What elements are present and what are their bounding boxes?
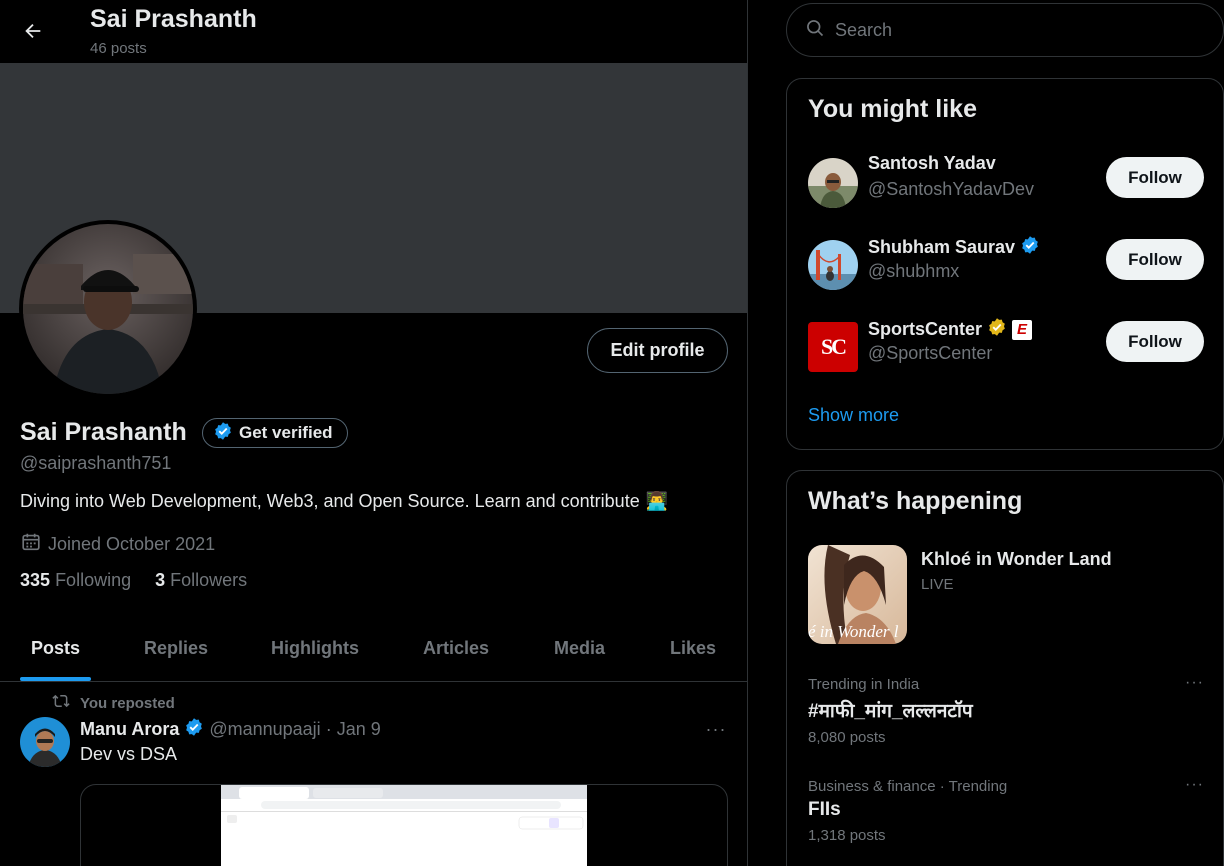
post-author-handle[interactable]: @mannupaaji [209,719,320,740]
profile-tabs: Posts Replies Highlights Articles Media … [0,614,747,682]
following-count: 335 [20,570,51,590]
back-arrow-icon[interactable] [18,16,48,46]
post-separator: · [325,719,332,739]
following-label: Following [55,570,132,590]
trend-name: #माफी_मांग_लल्लनटॉप [808,701,973,722]
featured-event-image[interactable]: é in Wonder l [808,545,907,644]
whats-happening-card: What’s happening é in Wonder l Khloé in … [786,470,1224,866]
suggestion-name: Santosh Yadav [868,153,996,173]
repost-icon [52,692,70,714]
repost-indicator: You reposted [52,692,175,714]
tab-posts[interactable]: Posts [31,614,80,682]
suggestion-item[interactable]: Shubham Saurav @shubhmx Follow [808,235,1204,295]
follow-button[interactable]: Follow [1106,239,1204,280]
bio-text: Diving into Web Development, Web3, and O… [20,491,640,511]
svg-text:é in Wonder l: é in Wonder l [808,622,899,641]
post-header: Manu Arora @mannupaaji · Jan 9 [80,717,381,742]
post-date[interactable]: Jan 9 [337,719,381,740]
post-text: Dev vs DSA [80,744,178,764]
search-icon [805,18,825,43]
trend-item[interactable]: Trending in India #माफी_मांग_लल्लनटॉप 8,… [808,674,1204,746]
profile-handle: @saiprashanth751 [20,453,172,473]
followers-link[interactable]: 3 Followers [155,570,247,591]
tab-highlights[interactable]: Highlights [271,614,359,682]
following-link[interactable]: 335 Following [20,570,131,591]
followers-count: 3 [155,570,166,590]
suggestion-name: Shubham Saurav [868,235,1040,260]
search-bar[interactable] [786,3,1224,57]
repost-label: You reposted [80,694,175,712]
get-verified-button[interactable]: Get verified [202,418,348,448]
whats-happening-title: What’s happening [808,487,1023,515]
post-media-screenshot [221,785,587,866]
active-tab-indicator [20,677,91,681]
profile-name: Sai Prashanth [20,418,187,446]
trend-post-count: 8,080 posts [808,729,886,746]
profile-avatar[interactable] [19,220,197,398]
show-more-link[interactable]: Show more [808,405,899,426]
suggestion-handle: @shubhmx [868,261,960,281]
verified-badge-icon [184,717,204,742]
trend-context: Trending in India [808,676,920,693]
technologist-emoji-icon: 👨‍💻 [645,491,669,511]
joined-date: Joined October 2021 [20,531,215,558]
espn-affiliate-icon: E [1012,319,1033,340]
search-input[interactable] [835,19,1195,41]
tab-replies[interactable]: Replies [144,614,208,682]
tab-media[interactable]: Media [554,614,605,682]
sportscenter-logo-icon[interactable]: SC [808,322,858,372]
suggestion-item[interactable]: Santosh Yadav @SantoshYadavDev Follow [808,153,1204,213]
trend-name: FIIs [808,799,841,820]
more-options-icon[interactable]: ··· [1185,776,1204,794]
post-author-name[interactable]: Manu Arora [80,719,179,740]
more-options-icon[interactable]: ··· [1185,674,1204,692]
followers-label: Followers [170,570,248,590]
post-more-icon[interactable]: ··· [700,714,732,744]
profile-column: Sai Prashanth 46 posts Edit profile Sai … [0,0,748,866]
follow-button[interactable]: Follow [1106,157,1204,198]
suggestion-item[interactable]: SC SportsCenter E @SportsCenter Follow [808,317,1204,377]
follow-button[interactable]: Follow [1106,321,1204,362]
post-media[interactable] [80,784,728,866]
joined-text: Joined October 2021 [48,534,216,554]
verified-badge-icon [1020,235,1040,260]
header-profile-name: Sai Prashanth [90,5,257,33]
profile-header-bar: Sai Prashanth 46 posts [0,0,747,63]
verified-badge-icon [213,421,233,446]
tab-articles[interactable]: Articles [423,614,489,682]
trend-item[interactable]: Business & finance · Trending FIIs 1,318… [808,776,1204,844]
verified-gold-badge-icon [987,317,1007,342]
header-post-count: 46 posts [90,40,147,57]
suggestion-handle: @SportsCenter [868,343,993,363]
get-verified-label: Get verified [239,423,333,442]
you-might-like-title: You might like [808,95,977,123]
follow-stats: 335 Following 3 Followers [20,570,247,591]
trend-post-count: 1,318 posts [808,827,886,844]
calendar-icon [20,531,42,558]
you-might-like-card: You might like Santosh Yadav @SantoshYad… [786,78,1224,450]
suggestion-name: SportsCenter E [868,317,1033,342]
featured-event-title[interactable]: Khloé in Wonder Land [921,549,1112,570]
post-author-avatar[interactable] [20,717,70,767]
tab-likes[interactable]: Likes [670,614,716,682]
edit-profile-button[interactable]: Edit profile [587,328,728,373]
suggestion-avatar[interactable] [808,240,858,290]
suggestion-avatar[interactable] [808,158,858,208]
profile-bio: Diving into Web Development, Web3, and O… [20,491,668,512]
featured-event-status: LIVE [921,576,954,593]
suggestion-handle: @SantoshYadavDev [868,179,1035,199]
trend-context: Business & finance · Trending [808,778,1008,795]
